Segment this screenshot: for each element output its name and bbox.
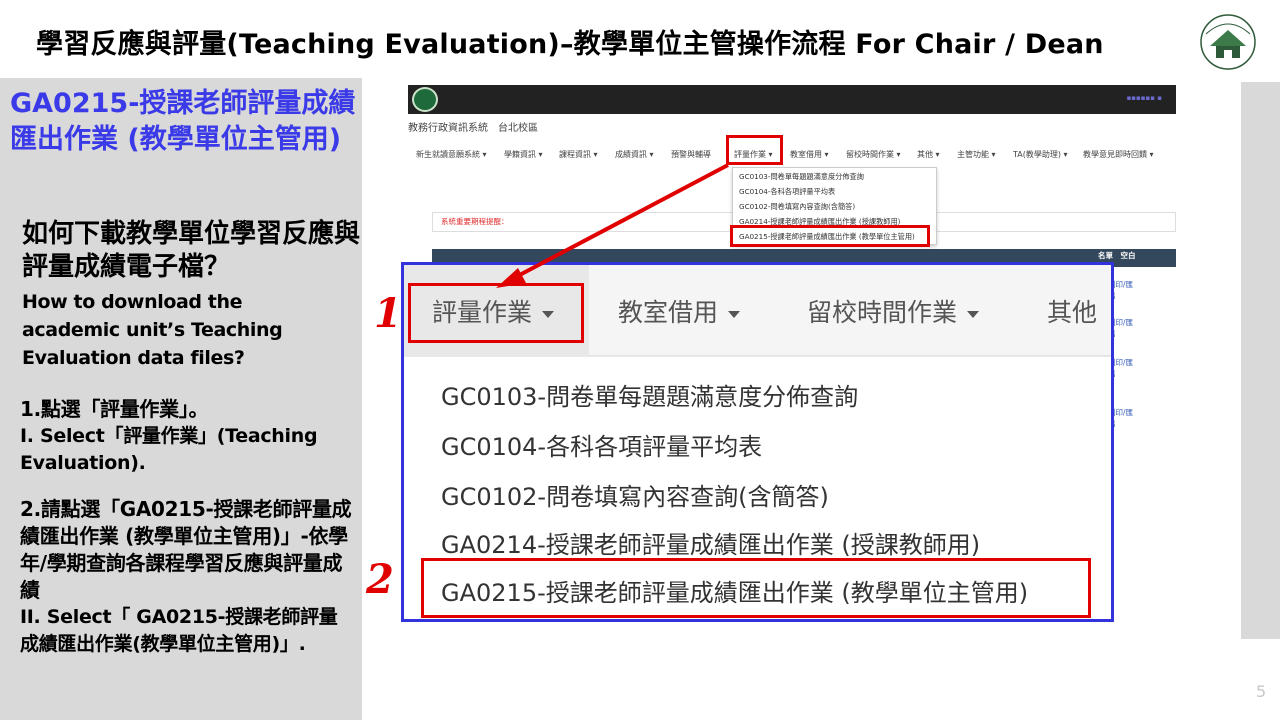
step-marker-1: 1 — [374, 290, 402, 337]
system-name: 教務行政資訊系統 台北校區 — [408, 123, 538, 134]
zoom-menu-label: 教室借用 — [618, 298, 719, 327]
system-dropdown-highlight — [730, 225, 930, 247]
system-nav-item[interactable]: 主管功能 ▾ — [957, 149, 996, 160]
system-nav-item[interactable]: 成績資訊 ▾ — [615, 149, 654, 160]
system-nav-item[interactable]: 課程資訊 ▾ — [559, 149, 598, 160]
zoom-menu-label: 留校時間作業 — [807, 298, 958, 327]
system-nav-item[interactable]: TA(教學助理) ▾ — [1013, 149, 1068, 160]
question-zh: 如何下載教學單位學習反應與評量成績電子檔？ — [22, 219, 361, 282]
zoom-item-ga0214[interactable]: GA0214-授課老師評量成績匯出作業 (授課教師用) — [441, 525, 980, 560]
zoom-menu-stay-time[interactable]: 留校時間作業 — [807, 293, 980, 329]
function-heading: GA0215-授課老師評量成績匯出作業 (教學單位主管用) — [10, 88, 356, 155]
system-nav-item[interactable]: 其他 ▾ — [917, 149, 940, 160]
step-1: 1.點選「評量作業」。 I. Select「評量作業」(Teaching Eva… — [20, 396, 355, 477]
university-logo — [1200, 14, 1256, 70]
step-2: 2.請點選「GA0215-授課老師評量成績匯出作業 (教學單位主管用)」-依學年… — [20, 496, 355, 658]
step-2-en: II. Select「 GA0215-授課老師評量成績匯出作業(教學單位主管用)… — [20, 606, 338, 655]
system-logo-icon — [412, 87, 438, 112]
zoom-menu-label: 其他 — [1047, 298, 1098, 327]
system-dropdown-item[interactable]: GC0104-各科各項評量平均表 — [739, 187, 835, 197]
step-1-zh: 1.點選「評量作業」。 — [20, 397, 209, 421]
system-nav-item[interactable]: 教學意見即時回饋 ▾ — [1083, 149, 1154, 160]
system-table-rows: 列印/匯出 列印/匯出 列印/匯出 列印/匯出 — [1108, 267, 1176, 447]
system-dropdown-item[interactable]: GC0103-問卷單每題題滿意度分佈查詢 — [739, 172, 864, 182]
caret-down-icon — [728, 310, 741, 318]
system-dropdown-item[interactable]: GC0102-問卷填寫內容查詢(含簡答) — [739, 202, 855, 212]
system-nav-item[interactable]: 新生就讀意願系統 ▾ — [416, 149, 487, 160]
step-1-en: I. Select「評量作業」(Teaching Evaluation). — [20, 425, 318, 474]
page-number: 5 — [1256, 682, 1267, 701]
zoom-item-gc0104[interactable]: GC0104-各科各項評量平均表 — [441, 427, 762, 462]
caret-down-icon — [967, 310, 980, 318]
system-table-header-text: 名單 空白 — [1098, 251, 1136, 260]
system-topbar: ▪▪▪▪▪▪ ▪ — [408, 85, 1176, 114]
system-nav-highlight — [726, 135, 783, 165]
instruction-panel: GA0215-授課老師評量成績匯出作業 (教學單位主管用) 如何下載教學單位學習… — [0, 78, 362, 720]
zoom-menu-other[interactable]: 其他 — [1047, 293, 1097, 329]
zoom-menu-classroom[interactable]: 教室借用 — [618, 293, 741, 329]
zoom-item-gc0103[interactable]: GC0103-問卷單每題題滿意度分佈查詢 — [441, 377, 858, 412]
system-nav-item[interactable]: 預警與輔導 — [671, 149, 711, 160]
zoom-item-gc0102[interactable]: GC0102-問卷填寫內容查詢(含簡答) — [441, 477, 829, 512]
zoom-panel: 評量作業 教室借用 留校時間作業 其他 GC0103-問卷單每題題滿意度分佈查詢… — [401, 262, 1114, 622]
system-reminder-text: 系統重要期程提醒： — [441, 217, 509, 226]
slide-title: 學習反應與評量(Teaching Evaluation)–教學單位主管操作流程 … — [36, 29, 1104, 60]
step-marker-2: 2 — [366, 556, 394, 603]
system-nav-item[interactable]: 留校時間作業 ▾ — [846, 149, 901, 160]
step-2-zh: 2.請點選「GA0215-授課老師評量成績匯出作業 (教學單位主管用)」-依學年… — [20, 497, 352, 602]
system-nav-item[interactable]: 教室借用 ▾ — [790, 149, 829, 160]
question-en: How to download the academic unit’s Teac… — [22, 291, 283, 369]
zoom-highlight-item — [421, 558, 1091, 618]
zoom-highlight-menu — [408, 283, 584, 343]
system-nav-item[interactable]: 學籍資訊 ▾ — [504, 149, 543, 160]
right-side-strip — [1241, 82, 1280, 639]
system-user-link[interactable]: ▪▪▪▪▪▪ ▪ — [1127, 94, 1162, 102]
